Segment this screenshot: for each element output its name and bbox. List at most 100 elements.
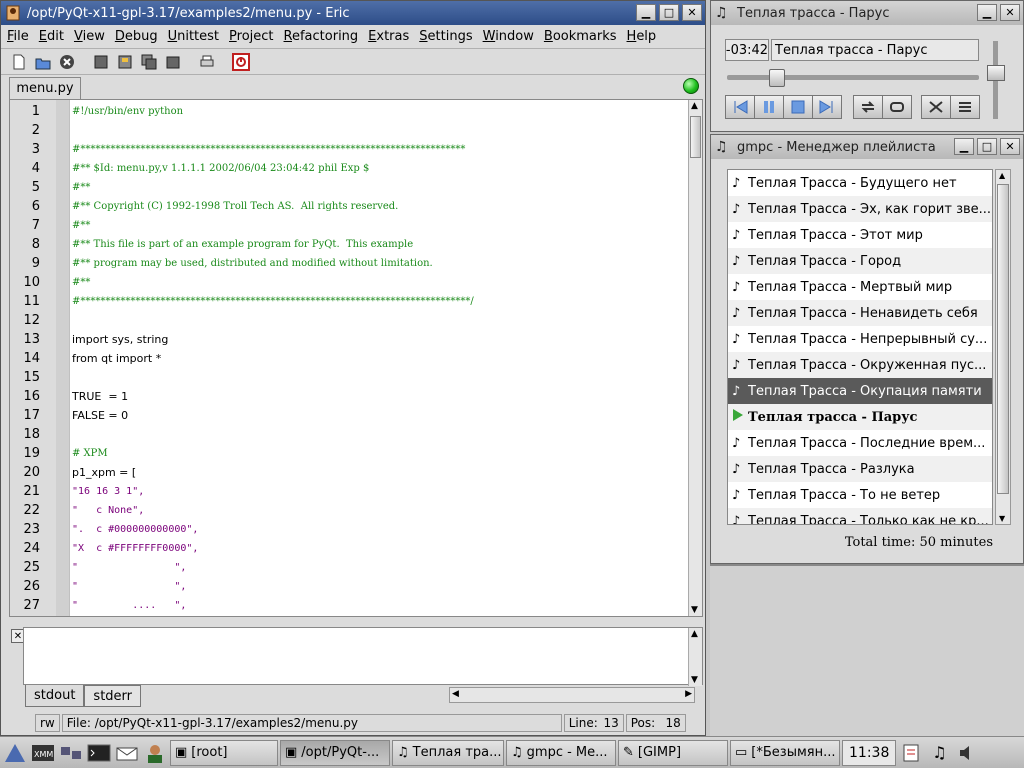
code-line[interactable]: 4 #** $Id: menu.py,v 1.1.1.1 2002/06/04 2… bbox=[10, 159, 690, 178]
editor-vertical-scrollbar[interactable]: ▲ ▼ bbox=[688, 100, 702, 616]
menu-refactoring[interactable]: Refactoring bbox=[284, 29, 359, 44]
code-line[interactable]: 10 #** bbox=[10, 273, 690, 292]
save-icon[interactable] bbox=[91, 52, 111, 72]
menu-view[interactable]: View bbox=[74, 29, 105, 44]
settings-tools-icon[interactable] bbox=[921, 95, 951, 119]
code-line[interactable]: 1 #!/usr/bin/env python bbox=[10, 102, 690, 121]
code-line[interactable]: 7 #** bbox=[10, 216, 690, 235]
scroll-down-icon[interactable]: ▼ bbox=[691, 605, 698, 615]
code-line[interactable]: 15 bbox=[10, 368, 690, 387]
time-display[interactable]: -03:42 bbox=[725, 39, 769, 61]
playlist-item[interactable]: ♪ Теплая Трасса - Разлука bbox=[728, 456, 992, 482]
playlist-item[interactable]: ♪ Теплая Трасса - Ненавидеть себя bbox=[728, 300, 992, 326]
task-player[interactable]: ♫ Теплая тра... bbox=[392, 739, 504, 766]
scroll-left-icon[interactable]: ◀ bbox=[452, 689, 459, 699]
close-file-icon[interactable] bbox=[57, 52, 77, 72]
code-line[interactable]: 21 "16 16 3 1", bbox=[10, 482, 690, 501]
code-line[interactable]: 20 p1_xpm = [ bbox=[10, 463, 690, 482]
user-avatar-icon[interactable] bbox=[142, 740, 168, 766]
save-all-icon[interactable] bbox=[139, 52, 159, 72]
playlist-scrollbar[interactable]: ▲ ▼ bbox=[995, 169, 1011, 525]
playlist-item[interactable]: ♪ Теплая Трасса - Будущего нет bbox=[728, 170, 992, 196]
pause-button[interactable] bbox=[754, 95, 784, 119]
code-line[interactable]: 13 import sys, string bbox=[10, 330, 690, 349]
playlist-icon[interactable] bbox=[950, 95, 980, 119]
repeat-icon[interactable] bbox=[853, 95, 883, 119]
maximize-button[interactable]: □ bbox=[977, 138, 997, 155]
menu-settings[interactable]: Settings bbox=[419, 29, 472, 44]
playlist-list[interactable]: ♪ Теплая Трасса - Будущего нет ♪ Теплая Тра… bbox=[727, 169, 993, 525]
code-line[interactable]: 11 #*************************************… bbox=[10, 292, 690, 311]
stop-button[interactable] bbox=[783, 95, 813, 119]
tab-stdout[interactable]: stdout bbox=[25, 685, 85, 707]
playlist-item[interactable]: ♪ Теплая Трасса - Непрерывный су... bbox=[728, 326, 992, 352]
print-icon[interactable] bbox=[197, 52, 217, 72]
playlist-item[interactable]: ♪ Теплая Трасса - Окупация памяти bbox=[728, 378, 992, 404]
task-gimp[interactable]: ✎ [GIMP] bbox=[618, 739, 728, 766]
menu-file[interactable]: File bbox=[7, 29, 29, 44]
playlist-item[interactable]: Теплая трасса - Парус bbox=[728, 404, 992, 430]
tray-music-icon[interactable]: ♫ bbox=[926, 740, 952, 766]
code-line[interactable]: 19 # XPM bbox=[10, 444, 690, 463]
xmms-icon[interactable]: XMM bbox=[30, 740, 56, 766]
scroll-down-icon[interactable]: ▼ bbox=[691, 675, 698, 685]
eric-titlebar[interactable]: /opt/PyQt-x11-gpl-3.17/examples2/menu.py… bbox=[1, 1, 705, 25]
menu-bookmarks[interactable]: Bookmarks bbox=[544, 29, 617, 44]
open-file-icon[interactable] bbox=[33, 52, 53, 72]
maximize-button[interactable]: □ bbox=[659, 4, 679, 21]
code-line[interactable]: 16 TRUE = 1 bbox=[10, 387, 690, 406]
scrollbar-thumb[interactable] bbox=[997, 184, 1009, 494]
playlist-item[interactable]: ♪ Теплая Трасса - Этот мир bbox=[728, 222, 992, 248]
player-titlebar[interactable]: ♫ Теплая трасса - Парус ▁ ✕ bbox=[711, 1, 1023, 25]
playlist-item[interactable]: ♪ Теплая Трасса - Последние врем... bbox=[728, 430, 992, 456]
task-eric[interactable]: ▣/opt/PyQt-... bbox=[280, 739, 390, 766]
menu-project[interactable]: Project bbox=[229, 29, 274, 44]
playlist-item[interactable]: ♪ Теплая Трасса - Мертвый мир bbox=[728, 274, 992, 300]
code-editor[interactable]: 1 #!/usr/bin/env python 2 3 #***************… bbox=[9, 99, 703, 617]
task-root[interactable]: ▣ [root] bbox=[170, 739, 278, 766]
save-as-icon[interactable] bbox=[115, 52, 135, 72]
output-horizontal-scrollbar[interactable]: ◀ ▶ bbox=[449, 687, 695, 703]
new-file-icon[interactable] bbox=[9, 52, 29, 72]
scroll-down-icon[interactable]: ▼ bbox=[999, 514, 1005, 523]
code-line[interactable]: 27 " .... ", bbox=[10, 596, 690, 615]
menu-help[interactable]: Help bbox=[627, 29, 657, 44]
output-vertical-scrollbar[interactable]: ▲ ▼ bbox=[688, 628, 702, 686]
menu-window[interactable]: Window bbox=[483, 29, 534, 44]
menu-extras[interactable]: Extras bbox=[368, 29, 409, 44]
code-line[interactable]: 8 #** This file is part of an example pro… bbox=[10, 235, 690, 254]
next-button[interactable] bbox=[812, 95, 842, 119]
close-button[interactable]: ✕ bbox=[1000, 138, 1020, 155]
close-button[interactable]: ✕ bbox=[682, 4, 702, 21]
code-line[interactable]: 9 #** program may be used, distributed an… bbox=[10, 254, 690, 273]
tray-speaker-icon[interactable] bbox=[954, 740, 980, 766]
mail-icon[interactable] bbox=[114, 740, 140, 766]
folder-icon[interactable] bbox=[163, 52, 183, 72]
previous-button[interactable] bbox=[725, 95, 755, 119]
playlist-item[interactable]: ♪ Теплая Трасса - Город bbox=[728, 248, 992, 274]
code-line[interactable]: 5 #** bbox=[10, 178, 690, 197]
code-line[interactable]: 24 "X c #FFFFFFFF0000", bbox=[10, 539, 690, 558]
playlist-item[interactable]: ♪ Теплая Трасса - Эх, как горит зве... bbox=[728, 196, 992, 222]
menu-edit[interactable]: Edit bbox=[39, 29, 64, 44]
tab-stderr[interactable]: stderr bbox=[84, 685, 142, 707]
scrollbar-thumb[interactable] bbox=[690, 116, 701, 158]
network-icon[interactable] bbox=[58, 740, 84, 766]
playlist-item[interactable]: ♪ Теплая Трасса - Окруженная пус... bbox=[728, 352, 992, 378]
code-line[interactable]: 3 #**************************************… bbox=[10, 140, 690, 159]
tray-document-icon[interactable] bbox=[898, 740, 924, 766]
quit-icon[interactable] bbox=[231, 52, 251, 72]
close-button[interactable]: ✕ bbox=[1000, 4, 1020, 21]
terminal-icon[interactable] bbox=[86, 740, 112, 766]
minimize-button[interactable]: ▁ bbox=[977, 4, 997, 21]
clock[interactable]: 11:38 bbox=[842, 739, 897, 766]
minimize-button[interactable]: ▁ bbox=[636, 4, 656, 21]
playlist-item[interactable]: ♪ Теплая Трасса - Только как не кр... bbox=[728, 508, 992, 524]
playlist-item[interactable]: ♪ Теплая Трасса - То не ветер bbox=[728, 482, 992, 508]
scroll-up-icon[interactable]: ▲ bbox=[999, 171, 1005, 180]
code-line[interactable]: 22 " c None", bbox=[10, 501, 690, 520]
code-line[interactable]: 23 ". c #000000000000", bbox=[10, 520, 690, 539]
code-line[interactable]: 17 FALSE = 0 bbox=[10, 406, 690, 425]
code-line[interactable]: 26 " ", bbox=[10, 577, 690, 596]
seek-slider-knob[interactable] bbox=[769, 69, 786, 87]
